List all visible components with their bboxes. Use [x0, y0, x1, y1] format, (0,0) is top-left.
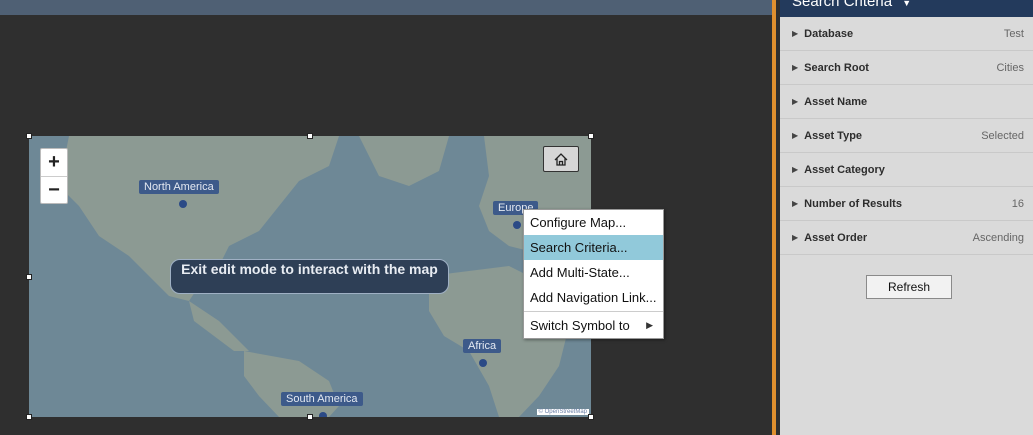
criteria-label: Search Root — [804, 61, 869, 74]
region-marker-africa[interactable] — [479, 359, 487, 367]
region-label-africa[interactable]: Africa — [463, 339, 502, 353]
region-label-south-america[interactable]: South America — [281, 392, 363, 406]
criteria-row-database[interactable]: ▶ Database Test — [780, 17, 1033, 51]
criteria-row-search-root[interactable]: ▶ Search Root Cities — [780, 51, 1033, 85]
criteria-value: 16 — [1011, 197, 1024, 210]
map-attribution[interactable]: © OpenStreetMap — [536, 409, 589, 415]
refresh-button[interactable]: Refresh — [866, 275, 952, 299]
criteria-value: Test — [1003, 27, 1024, 40]
menu-separator — [524, 311, 663, 312]
expand-arrow-icon: ▶ — [792, 165, 799, 174]
criteria-row-asset-name[interactable]: ▶ Asset Name — [780, 85, 1033, 119]
criteria-label: Asset Type — [804, 129, 863, 142]
resize-handle-bottom[interactable] — [307, 414, 313, 420]
criteria-label: Asset Category — [804, 163, 885, 176]
resize-handle-bottom-right[interactable] — [588, 414, 594, 420]
criteria-label: Database — [804, 27, 854, 40]
criteria-row-number-of-results[interactable]: ▶ Number of Results 16 — [780, 187, 1033, 221]
resize-handle-top-left[interactable] — [26, 133, 32, 139]
home-icon — [554, 152, 568, 166]
expand-arrow-icon: ▶ — [792, 97, 799, 106]
menu-item-switch-symbol-label: Switch Symbol to — [530, 318, 630, 333]
panel-header[interactable]: Search Criteria ▼ — [780, 0, 1033, 17]
edit-mode-notice: Exit edit mode to interact with the map — [170, 259, 449, 294]
expand-arrow-icon: ▶ — [792, 29, 799, 38]
home-button[interactable] — [543, 146, 579, 172]
resize-handle-bottom-left[interactable] — [26, 414, 32, 420]
zoom-in-button[interactable]: + — [41, 149, 67, 177]
resize-handle-top-right[interactable] — [588, 133, 594, 139]
menu-item-add-navigation-link[interactable]: Add Navigation Link... — [524, 285, 663, 310]
region-marker-north-america[interactable] — [179, 200, 187, 208]
search-criteria-panel: Search Criteria ▼ ▶ Database Test ▶ Sear… — [780, 0, 1033, 435]
submenu-arrow-icon: ▶ — [646, 320, 653, 330]
context-menu: Configure Map... Search Criteria... Add … — [523, 209, 664, 339]
expand-arrow-icon: ▶ — [792, 63, 799, 72]
expand-arrow-icon: ▶ — [792, 199, 799, 208]
region-marker-europe[interactable] — [513, 221, 521, 229]
splitter-accent — [772, 0, 776, 435]
zoom-control: + − — [40, 148, 68, 204]
menu-item-add-multi-state[interactable]: Add Multi-State... — [524, 260, 663, 285]
criteria-label: Asset Name — [804, 95, 868, 108]
resize-handle-left[interactable] — [26, 274, 32, 280]
expand-arrow-icon: ▶ — [792, 233, 799, 242]
criteria-label: Number of Results — [804, 197, 902, 210]
pane-splitter[interactable] — [772, 0, 780, 435]
region-label-north-america[interactable]: North America — [139, 180, 219, 194]
resize-handle-top[interactable] — [307, 133, 313, 139]
criteria-label: Asset Order — [804, 231, 868, 244]
menu-item-search-criteria[interactable]: Search Criteria... — [524, 235, 663, 260]
region-marker-south-america[interactable] — [319, 412, 327, 417]
criteria-value: Selected — [981, 129, 1024, 142]
map-symbol[interactable]: + − North America Europe Africa South Am… — [29, 136, 591, 417]
zoom-out-button[interactable]: − — [41, 177, 67, 204]
criteria-row-asset-type[interactable]: ▶ Asset Type Selected — [780, 119, 1033, 153]
criteria-value: Cities — [996, 61, 1024, 74]
panel-title: Search Criteria — [792, 0, 893, 10]
menu-item-switch-symbol[interactable]: Switch Symbol to ▶ — [524, 313, 663, 338]
criteria-row-asset-order[interactable]: ▶ Asset Order Ascending — [780, 221, 1033, 255]
criteria-value: Ascending — [972, 231, 1024, 244]
expand-arrow-icon: ▶ — [792, 131, 799, 140]
top-toolbar — [0, 0, 772, 15]
criteria-row-asset-category[interactable]: ▶ Asset Category — [780, 153, 1033, 187]
menu-item-configure-map[interactable]: Configure Map... — [524, 210, 663, 235]
chevron-down-icon: ▼ — [902, 0, 912, 8]
